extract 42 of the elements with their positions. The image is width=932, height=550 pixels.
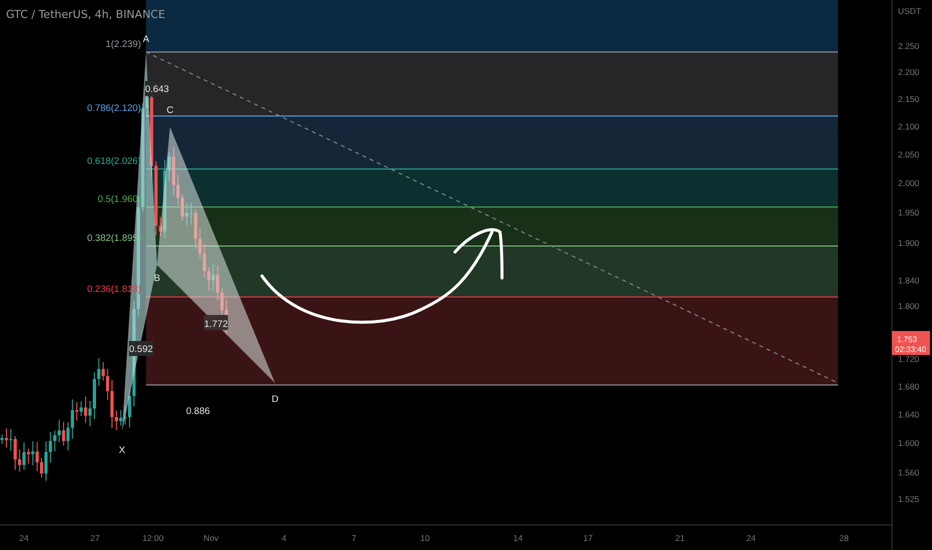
price-tick: 1.720 [898, 354, 920, 364]
last-price-badge: 1.753 02:33:40 [892, 331, 930, 355]
time-tick: 24 [19, 533, 29, 543]
time-tick: Nov [203, 533, 219, 543]
price-tick: 2.000 [898, 178, 920, 188]
pattern-point-label: B [154, 273, 160, 284]
axis-unit: USDT [898, 6, 922, 16]
fib-level-label: 1(2.239) [106, 39, 141, 50]
price-tick: 2.050 [898, 149, 920, 160]
price-tick: 2.150 [898, 94, 920, 104]
price-tick: 2.250 [898, 41, 920, 52]
fib-level-label: 0.786(2.120) [87, 103, 141, 114]
price-tick: 1.950 [898, 208, 920, 218]
pattern-point-label: A [142, 34, 150, 45]
time-tick: 4 [282, 533, 286, 543]
price-label: 1.772 [204, 315, 228, 330]
price-tick: 1.600 [898, 438, 920, 448]
price-tick: 1.560 [898, 468, 920, 478]
price-tick: 2.200 [898, 67, 920, 78]
ratio-label: 0.643 [145, 81, 169, 96]
time-tick: 21 [675, 533, 685, 543]
pattern-point-label: C [166, 105, 174, 116]
price-tick: 1.840 [898, 275, 920, 286]
ratio-label: 0.886 [186, 406, 210, 417]
price-tick: 1.900 [898, 238, 920, 248]
symbol-title: GTC / TetherUS, 4h, BINANCE [6, 8, 166, 21]
time-tick: 12:00 [142, 533, 164, 543]
time-tick: 10 [420, 533, 430, 543]
pattern-point-label: D [272, 394, 278, 405]
time-tick: 24 [746, 533, 756, 543]
price-tick: 1.525 [898, 494, 920, 504]
time-tick: 28 [839, 533, 849, 543]
price-tick: 1.680 [898, 381, 920, 392]
price-tick: 2.100 [898, 121, 920, 132]
time-tick: 17 [583, 533, 593, 543]
pattern-point-label: X [118, 445, 126, 456]
price-tick: 1.640 [898, 409, 920, 420]
ratio-label: 0.592 [129, 341, 153, 356]
time-tick: 14 [513, 533, 523, 543]
time-tick: 27 [90, 533, 100, 543]
time-tick: 7 [352, 533, 356, 543]
price-tick: 1.800 [898, 300, 920, 311]
